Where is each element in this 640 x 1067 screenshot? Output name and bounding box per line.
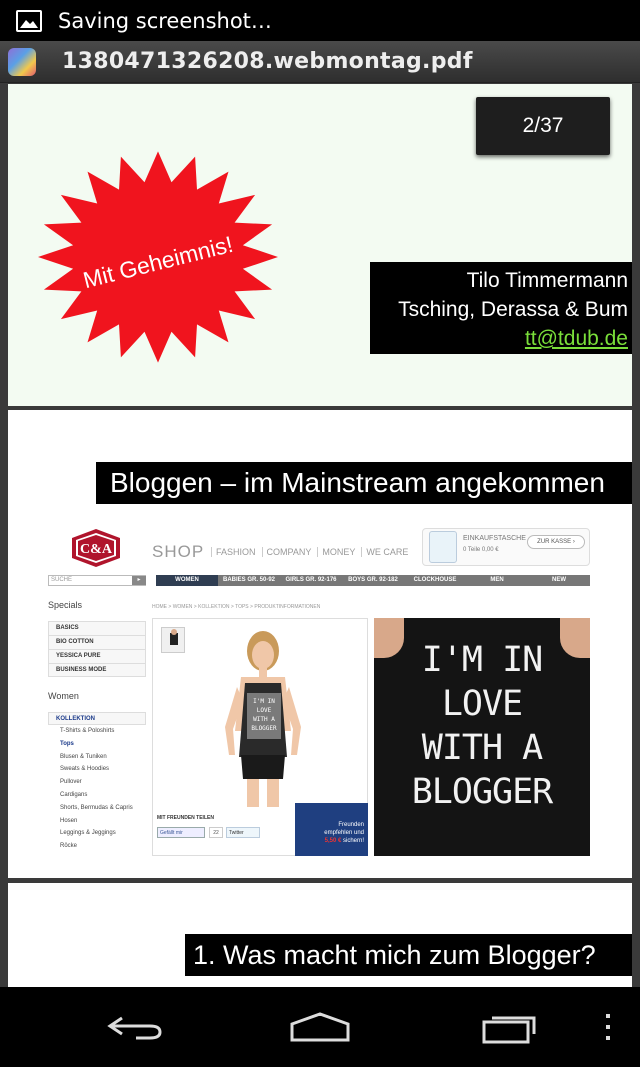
collection-item: Sweats & Hoodies <box>60 766 110 773</box>
promo-text: sichern! <box>342 838 364 844</box>
image-icon <box>16 9 42 32</box>
nav-fashion: FASHION <box>211 547 256 557</box>
overflow-menu-button[interactable] <box>590 987 626 1067</box>
pdf-page-1: Mit Geheimnis! Tilo Timmermann Tsching, … <box>8 84 632 406</box>
cart-title: EINKAUFSTASCHE <box>463 535 526 542</box>
notification-text: Saving screenshot… <box>58 8 272 33</box>
document-title: 1380471326208.webmontag.pdf <box>62 49 473 74</box>
home-icon <box>290 1012 350 1042</box>
author-name: Tilo Timmermann <box>466 269 628 292</box>
slide-heading: 1. Was macht mich zum Blogger? <box>185 934 632 976</box>
twitter-button: Twitter <box>226 827 260 838</box>
product-thumbnail <box>161 627 185 653</box>
category-clockhouse: CLOCKHOUSE <box>413 577 457 583</box>
action-bar: 1380471326208.webmontag.pdf <box>0 41 640 83</box>
author-company: Tsching, Derassa & Bum <box>398 298 628 321</box>
menu-item: BASICS <box>48 621 146 635</box>
svg-text:LOVE: LOVE <box>257 707 272 714</box>
pdf-document-view[interactable]: Mit Geheimnis! Tilo Timmermann Tsching, … <box>0 83 640 987</box>
cart-meta: 0 Teile 0,00 € <box>463 547 499 553</box>
nav-company: COMPANY <box>261 547 311 557</box>
shop-breadcrumb: HOME > WOMEN > KOLLEKTION > TOPS > PRODU… <box>152 604 321 610</box>
promo-price: 5,50 € <box>324 838 342 844</box>
overflow-menu-icon <box>606 1014 610 1040</box>
shop-label: SHOP <box>152 542 205 561</box>
category-babies: BABIES GR. 50-92 <box>222 577 276 583</box>
svg-text:I'M IN: I'M IN <box>253 698 275 705</box>
svg-text:BLOGGER: BLOGGER <box>251 725 277 732</box>
shirt-line: WITH A <box>421 728 543 768</box>
collection-menu: KOLLEKTION T-Shirts & Poloshirts Tops Bl… <box>48 712 146 853</box>
facebook-like-button: Gefällt mir <box>157 827 205 838</box>
menu-item: BIO COTTON <box>48 635 146 649</box>
collection-head: KOLLEKTION <box>48 712 146 725</box>
ca-logo: C&A <box>72 529 120 567</box>
collection-item: Cardigans <box>60 791 88 798</box>
menu-item: YESSICA PURE <box>48 649 146 663</box>
product-panel: I'M IN LOVE WITH A BLOGGER MIT FREUNDEN … <box>152 618 368 856</box>
promo-banner: Freunden empfehlen und 5,50 € sichern! <box>295 803 368 856</box>
collection-item: Hosen <box>60 817 78 824</box>
category-new: NEW <box>552 577 566 583</box>
collection-item-active: Tops <box>60 740 74 747</box>
svg-text:C&A: C&A <box>80 542 113 557</box>
shirt-print: I'M IN LOVE WITH A BLOGGER <box>374 638 590 814</box>
pdf-viewer-app-icon[interactable] <box>8 47 36 76</box>
author-box: Tilo Timmermann Tsching, Derassa & Bum t… <box>370 262 632 354</box>
back-icon <box>107 1016 162 1040</box>
checkout-button: ZUR KASSE › <box>527 535 585 549</box>
page-indicator: 2/37 <box>476 97 610 155</box>
pdf-page-3: 1. Was macht mich zum Blogger? <box>8 883 632 987</box>
recent-apps-icon <box>482 1016 536 1044</box>
menu-item: BUSINESS MODE <box>48 663 146 677</box>
category-boys: BOYS GR. 92-182 <box>348 577 398 583</box>
share-heading: MIT FREUNDEN TEILEN <box>157 815 214 821</box>
author-email-link[interactable]: tt@tdub.de <box>370 324 628 353</box>
collection-item: Röcke <box>60 843 78 850</box>
shopping-bag-icon <box>429 531 457 563</box>
svg-text:WITH A: WITH A <box>253 716 275 723</box>
shop-screenshot: C&A SHOP FASHION COMPANY MONEY WE CARE E… <box>48 528 593 862</box>
promo-text: Freunden <box>338 822 364 828</box>
shop-top-nav: FASHION COMPANY MONEY WE CARE <box>211 547 408 557</box>
promo-text: empfehlen und <box>324 830 364 836</box>
collection-item: Pullover <box>60 779 82 786</box>
category-men: MEN <box>490 577 504 583</box>
starburst-shape: Mit Geheimnis! <box>38 151 278 363</box>
shopping-bag-widget: EINKAUFSTASCHE 0 Teile 0,00 € ZUR KASSE … <box>422 528 590 566</box>
collection-item: T-Shirts & Poloshirts <box>60 728 115 734</box>
slide-heading: Bloggen – im Mainstream angekommen <box>96 462 632 504</box>
status-bar: Saving screenshot… <box>0 0 640 41</box>
navigation-bar <box>0 987 640 1067</box>
home-button[interactable] <box>275 987 365 1067</box>
back-button[interactable] <box>90 987 180 1067</box>
model-photo: I'M IN LOVE WITH A BLOGGER <box>225 631 301 807</box>
shirt-line: LOVE <box>441 684 523 724</box>
pdf-page-2: Bloggen – im Mainstream angekommen C&A S… <box>8 410 632 878</box>
collection-item: Leggings & Jeggings <box>60 830 116 837</box>
facebook-like-count: 22 <box>209 827 223 838</box>
specials-menu: BASICS BIO COTTON YESSICA PURE BUSINESS … <box>48 621 146 677</box>
search-icon: ▸ <box>132 576 146 585</box>
shirt-line: I'M IN <box>421 640 543 680</box>
nav-money: MONEY <box>317 547 355 557</box>
collection-item: Blusen & Tuniken <box>60 753 107 760</box>
category-girls: GIRLS GR. 92-176 <box>285 577 337 583</box>
collection-item: Shorts, Bermudas & Capris <box>60 804 133 811</box>
shirt-line: BLOGGER <box>411 772 554 812</box>
nav-we-care: WE CARE <box>361 547 408 557</box>
category-women: WOMEN <box>156 575 218 586</box>
specials-heading: Specials <box>48 600 83 610</box>
category-bar: WOMEN BABIES GR. 50-92 GIRLS GR. 92-176 … <box>156 575 590 586</box>
women-heading: Women <box>48 691 79 701</box>
recent-apps-button[interactable] <box>465 987 555 1067</box>
shirt-closeup-photo: I'M IN LOVE WITH A BLOGGER <box>374 618 590 856</box>
